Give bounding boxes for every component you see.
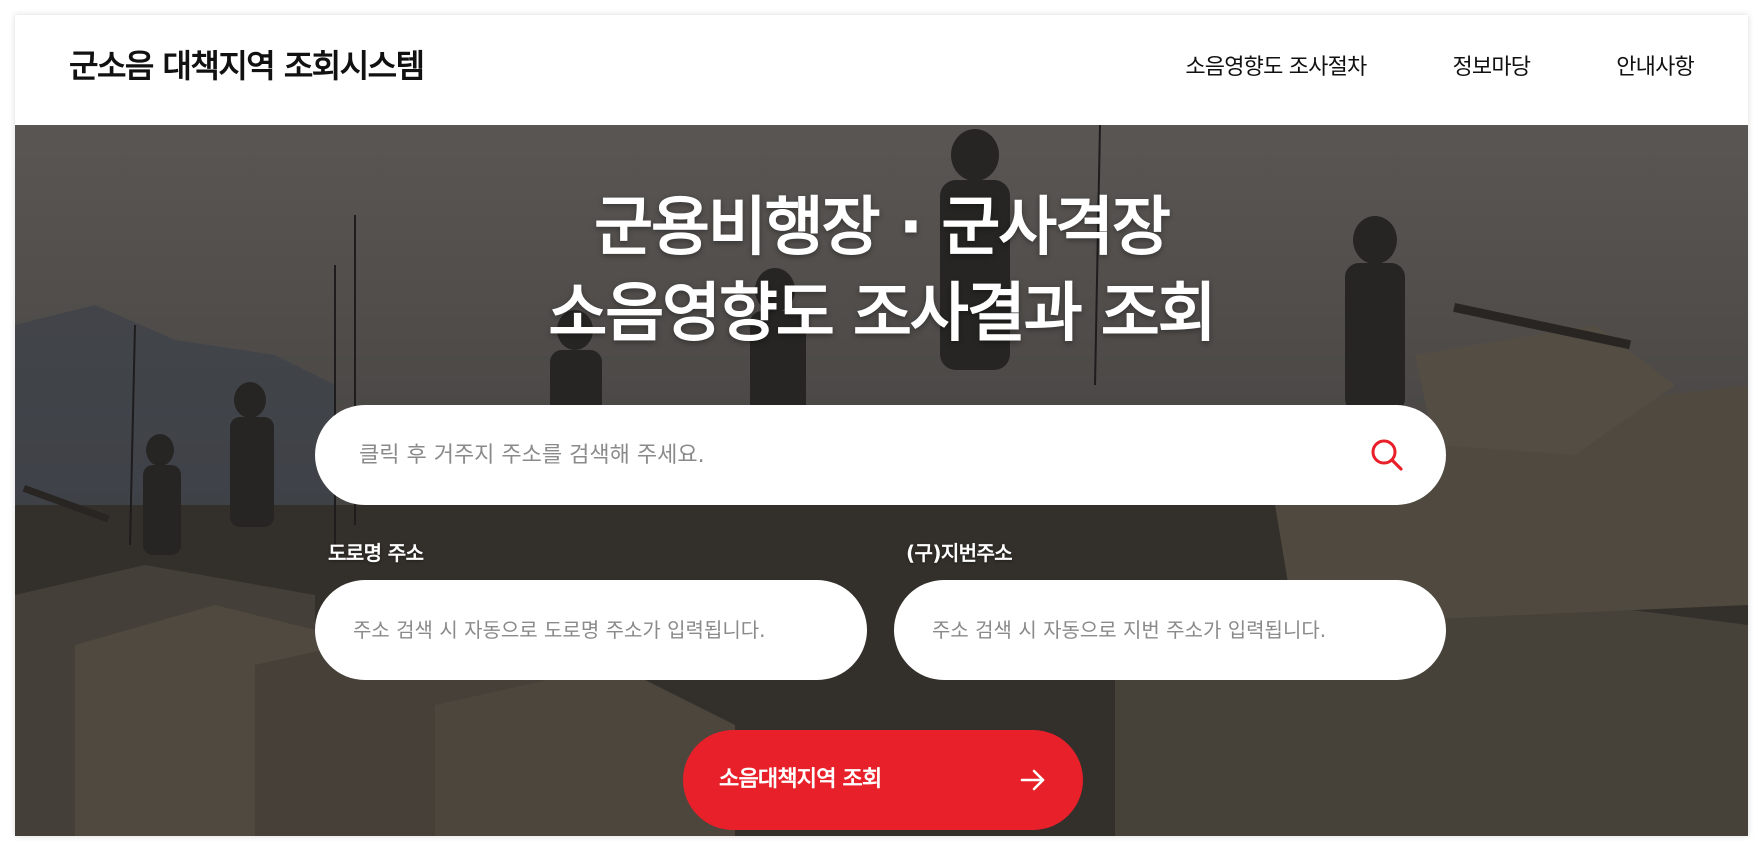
hero-title-line2: 소음영향도 조사결과 조회 [548,277,1216,351]
site-header: 군소음 대책지역 조회시스템 소음영향도 조사절차 정보마당 안내사항 [15,15,1748,125]
nav-item-info-center[interactable]: 정보마당 [1452,49,1531,81]
hero-title: 군용비행장 · 군사격장 소음영향도 조사결과 조회 [15,185,1748,357]
hero-section: 군용비행장 · 군사격장 소음영향도 조사결과 조회 도로명 주소 (구)지번주… [15,125,1748,836]
nav-item-notice[interactable]: 안내사항 [1616,49,1695,81]
noise-area-lookup-button[interactable]: 소음대책지역 조회 [683,730,1083,830]
address-search-input[interactable] [359,405,1319,505]
hero-title-line1: 군용비행장 · 군사격장 [594,191,1171,265]
address-search-box[interactable] [315,405,1446,505]
road-address-label: 도로명 주소 [328,541,424,565]
site-logo-title[interactable]: 군소음 대책지역 조회시스템 [69,41,425,87]
lot-address-label: (구)지번주소 [906,541,1013,565]
road-address-field-box[interactable] [315,580,867,680]
road-address-field[interactable] [353,580,833,680]
noise-area-lookup-label: 소음대책지역 조회 [719,767,882,792]
arrow-right-icon [1020,769,1045,791]
lot-address-field[interactable] [932,580,1412,680]
page-frame: 군소음 대책지역 조회시스템 소음영향도 조사절차 정보마당 안내사항 군용비행… [15,15,1748,836]
main-nav: 소음영향도 조사절차 정보마당 안내사항 [1185,49,1694,81]
nav-item-survey-procedure[interactable]: 소음영향도 조사절차 [1185,49,1367,81]
search-icon[interactable] [1370,438,1404,472]
lot-address-field-box[interactable] [894,580,1446,680]
